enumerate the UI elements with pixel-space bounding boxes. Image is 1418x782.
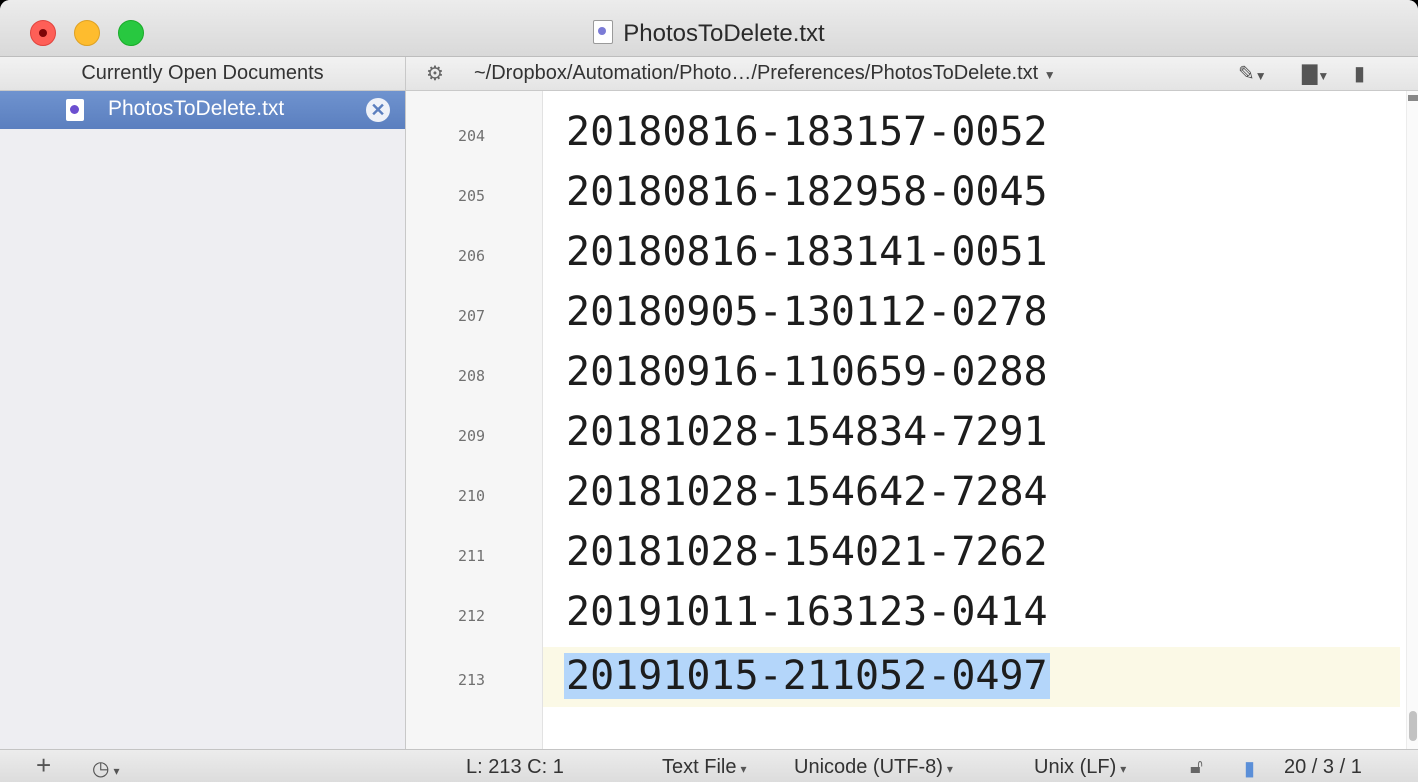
vertical-scrollbar[interactable]: [1406, 91, 1418, 749]
counterpart-menu-icon[interactable]: ▇▼: [1302, 61, 1329, 86]
document-stats[interactable]: 20 / 3 / 1: [1284, 756, 1362, 779]
path-bar: ⚙ ~/Dropbox/Automation/Photo…/Preference…: [406, 57, 1418, 91]
chevron-down-icon: ▾: [946, 762, 953, 776]
line-number: 213: [458, 671, 486, 689]
chevron-down-icon: ▾: [1120, 762, 1127, 776]
line-text: 20180816-183157-0052: [566, 109, 1048, 155]
text-line[interactable]: 206 20180816-183141-0051: [406, 223, 1400, 283]
line-number: 212: [458, 607, 486, 625]
scroll-marker: [1408, 95, 1418, 101]
line-text: 20180816-182958-0045: [566, 169, 1048, 215]
file-type-popup[interactable]: Text File ▾: [662, 756, 747, 779]
text-line[interactable]: 207 20180905-130112-0278: [406, 283, 1400, 343]
selected-line-text: 20191015-211052-0497: [564, 653, 1050, 699]
text-line[interactable]: 204 20180816-183157-0052: [406, 103, 1400, 163]
sidebar-item-label: PhotosToDelete.txt: [108, 97, 285, 120]
current-text-line[interactable]: 213 20191015-211052-0497: [406, 647, 1400, 707]
document-icon: [593, 20, 614, 44]
text-line[interactable]: 205 20180816-182958-0045: [406, 163, 1400, 223]
text-line[interactable]: 212 20191011-163123-0414: [406, 583, 1400, 643]
line-text: 20181028-154834-7291: [566, 409, 1048, 455]
lock-icon[interactable]: 🔓︎: [1190, 756, 1203, 779]
marker-menu-icon[interactable]: ✎▼: [1238, 61, 1267, 86]
text-line[interactable]: 208 20180916-110659-0288: [406, 343, 1400, 403]
line-text: 20180905-130112-0278: [566, 289, 1048, 335]
recent-documents-button[interactable]: ◷ ▾: [92, 756, 119, 781]
line-text: 20181028-154642-7284: [566, 469, 1048, 515]
status-bar: + ◷ ▾ L: 213 C: 1 Text File ▾ Unicode (UTF…: [0, 749, 1418, 782]
clock-icon: ◷: [92, 758, 110, 780]
sidebar: Currently Open Documents PhotosToDelete.…: [0, 57, 406, 749]
document-info-icon[interactable]: ▮: [1354, 61, 1365, 86]
cursor-position[interactable]: L: 213 C: 1: [466, 756, 564, 779]
document-stats-icon: ▮: [1244, 758, 1256, 780]
line-text: 20180816-183141-0051: [566, 229, 1048, 275]
sidebar-header: Currently Open Documents: [0, 57, 405, 91]
chevron-down-icon: ▼: [1043, 68, 1056, 82]
text-line[interactable]: 211 20181028-154021-7262: [406, 523, 1400, 583]
add-document-button[interactable]: +: [36, 750, 51, 781]
line-number: 206: [458, 247, 486, 265]
line-endings-popup[interactable]: Unix (LF) ▾: [1034, 756, 1126, 779]
line-number: 204: [458, 127, 486, 145]
line-number: 207: [458, 307, 486, 325]
editor-window: PhotosToDelete.txt Currently Open Docume…: [0, 0, 1418, 782]
window-title: PhotosToDelete.txt: [0, 20, 1418, 48]
chevron-down-icon: ▾: [113, 764, 120, 778]
gear-icon[interactable]: ⚙: [426, 61, 444, 86]
line-text: 20180916-110659-0288: [566, 349, 1048, 395]
line-number: 205: [458, 187, 486, 205]
line-text: 20191011-163123-0414: [566, 589, 1048, 635]
line-number: 208: [458, 367, 486, 385]
line-number: 209: [458, 427, 486, 445]
text-line[interactable]: 210 20181028-154642-7284: [406, 463, 1400, 523]
line-number: 211: [458, 547, 486, 565]
text-file-icon: [66, 99, 84, 121]
text-editor[interactable]: 204 20180816-183157-0052 205 20180816-18…: [406, 91, 1418, 749]
line-text: 20181028-154021-7262: [566, 529, 1048, 575]
chevron-down-icon: ▾: [740, 762, 747, 776]
sidebar-item-document[interactable]: PhotosToDelete.txt ✕: [0, 91, 405, 129]
close-document-icon[interactable]: ✕: [366, 98, 390, 122]
title-bar: PhotosToDelete.txt: [0, 0, 1418, 57]
path-popup[interactable]: ~/Dropbox/Automation/Photo…/Preferences/…: [474, 62, 1056, 85]
text-line[interactable]: 209 20181028-154834-7291: [406, 403, 1400, 463]
scroll-thumb[interactable]: [1409, 711, 1417, 741]
encoding-popup[interactable]: Unicode (UTF-8) ▾: [794, 756, 953, 779]
line-number: 210: [458, 487, 486, 505]
